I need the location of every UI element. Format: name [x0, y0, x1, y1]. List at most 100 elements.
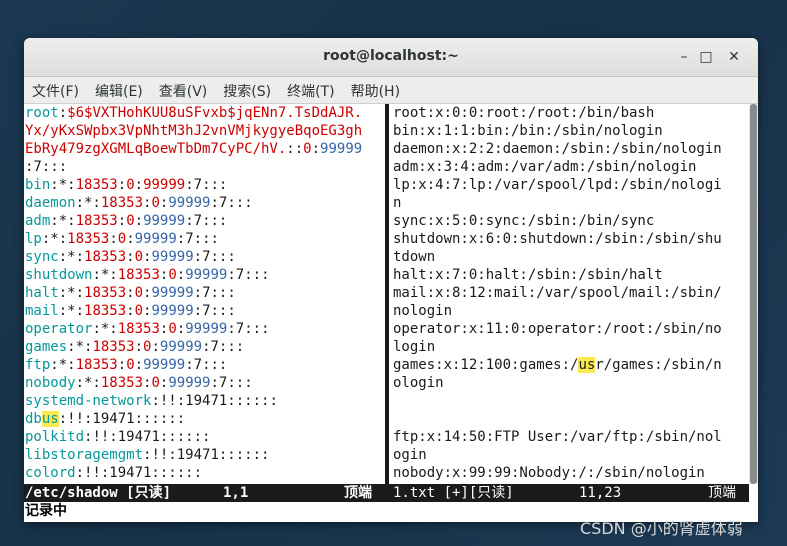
- text-segment: :7:::: [193, 285, 236, 301]
- text-segment: 0: [168, 267, 177, 283]
- text-segment: 99999: [151, 303, 194, 319]
- text-line: games:*:18353:0:99999:7:::: [25, 338, 384, 356]
- text-segment: 99999: [185, 321, 228, 337]
- text-segment: daemon: [25, 195, 76, 211]
- text-segment: ftp: [25, 357, 51, 373]
- text-line: lp:x:4:7:lp:/var/spool/lpd:/sbin/nologi: [393, 176, 745, 194]
- minimize-button[interactable]: –: [674, 47, 694, 67]
- menu-edit[interactable]: 编辑(E): [87, 77, 151, 101]
- text-segment: halt:x:7:0:halt:/sbin:/sbin/halt: [393, 267, 663, 283]
- text-segment: :*:: [75, 195, 101, 211]
- text-segment: 99999: [168, 375, 211, 391]
- text-line: ftp:x:14:50:FTP User:/var/ftp:/sbin/nol: [393, 428, 745, 446]
- text-segment: :*:: [67, 339, 93, 355]
- text-segment: bin: [25, 177, 51, 193]
- text-segment: adm: [25, 213, 51, 229]
- text-segment: :: [117, 357, 127, 373]
- text-segment: :*:: [92, 267, 118, 283]
- text-line: operator:x:11:0:operator:/root:/sbin/no: [393, 320, 745, 338]
- text-line: ftp:*:18353:0:99999:7:::: [25, 356, 384, 374]
- text-line: adm:x:3:4:adm:/var/adm:/sbin/nologin: [393, 158, 745, 176]
- text-line: nobody:*:18353:0:99999:7:::: [25, 374, 384, 392]
- menu-search[interactable]: 搜索(S): [215, 77, 279, 101]
- menu-view[interactable]: 查看(V): [151, 77, 216, 101]
- text-line: adm:*:18353:0:99999:7:::: [25, 212, 384, 230]
- text-segment: login: [393, 339, 436, 355]
- text-segment: 18353: [100, 195, 144, 211]
- text-segment: :: [126, 249, 135, 265]
- text-segment: :*:: [75, 375, 101, 391]
- text-segment: :*:: [50, 357, 76, 373]
- text-line: lp:*:18353:0:99999:7:::: [25, 230, 384, 248]
- vertical-split-divider: [385, 104, 389, 484]
- text-segment: lp: [25, 231, 42, 247]
- text-segment: operator: [25, 321, 93, 337]
- text-segment: 18353: [92, 339, 135, 355]
- text-segment: 18353: [100, 375, 144, 391]
- text-segment: games:x:12:100:games:/: [393, 357, 579, 373]
- status-right-file: 1.txt [+][只读]: [393, 485, 514, 501]
- text-line: polkitd:!!:19471::::::: [25, 428, 384, 446]
- text-segment: :*:: [58, 249, 85, 265]
- menu-terminal[interactable]: 终端(T): [279, 77, 342, 101]
- text-segment: :: [109, 231, 118, 247]
- text-segment: :7:::: [210, 195, 253, 211]
- text-segment: 0: [134, 303, 144, 319]
- text-segment: colord: [25, 465, 76, 481]
- vim-pane-shadow[interactable]: root:$6$VXTHohKUU8uSFvxb$jqENn7.TsDdAJR.…: [25, 104, 384, 482]
- text-segment: :7:::: [176, 231, 219, 247]
- status-left-position: 1,1: [223, 485, 249, 501]
- text-line: ologin: [393, 374, 745, 392]
- text-line: nologin: [393, 302, 745, 320]
- text-segment: :!!:19471::::::: [143, 447, 270, 463]
- close-button[interactable]: ✕: [724, 47, 744, 67]
- window-title: root@localhost:~: [323, 48, 459, 64]
- text-line: bin:*:18353:0:99999:7:::: [25, 176, 384, 194]
- text-segment: n: [393, 195, 402, 211]
- text-segment: nologin: [393, 303, 453, 319]
- text-segment: us: [41, 411, 59, 427]
- scrollbar-thumb[interactable]: [750, 104, 757, 484]
- text-line: n: [393, 194, 745, 212]
- text-segment: 99999: [168, 195, 211, 211]
- text-line: libstoragemgmt:!!:19471::::::: [25, 446, 384, 464]
- text-segment: :: [126, 303, 135, 319]
- text-segment: :: [311, 141, 321, 157]
- text-segment: :: [134, 213, 144, 229]
- terminal-area[interactable]: root:$6$VXTHohKUU8uSFvxb$jqENn7.TsDdAJR.…: [24, 104, 758, 522]
- text-segment: 18353: [117, 267, 160, 283]
- text-segment: 18353: [84, 285, 127, 301]
- menu-help[interactable]: 帮助(H): [343, 77, 408, 101]
- text-segment: 18353: [84, 303, 127, 319]
- text-line: halt:*:18353:0:99999:7:::: [25, 284, 384, 302]
- text-segment: :: [126, 285, 135, 301]
- text-segment: shutdown: [25, 267, 93, 283]
- status-right-position: 11,23: [579, 485, 622, 501]
- maximize-button[interactable]: □: [696, 47, 716, 67]
- text-segment: ologin: [393, 375, 444, 391]
- vim-pane-txt[interactable]: root:x:0:0:root:/root:/bin/bash bin:x:1:1…: [393, 104, 745, 482]
- menu-file[interactable]: 文件(F): [24, 77, 87, 101]
- text-line: mail:x:8:12:mail:/var/spool/mail:/sbin/: [393, 284, 745, 302]
- title-bar[interactable]: root@localhost:~ – □ ✕: [24, 38, 758, 77]
- text-segment: daemon:x:2:2:daemon:/sbin:/sbin/nologin: [393, 141, 722, 157]
- text-segment: 99999: [143, 177, 186, 193]
- text-segment: 0: [168, 321, 177, 337]
- text-segment: 0: [117, 231, 127, 247]
- text-segment: :*:: [58, 303, 85, 319]
- menu-bar: 文件(F) 编辑(E) 查看(V) 搜索(S) 终端(T) 帮助(H): [24, 77, 758, 104]
- text-segment: :7:::: [185, 213, 228, 229]
- text-segment: 99999: [143, 357, 186, 373]
- text-segment: Yx/yKxSWpbx3VpNhtM3hJ2vnVMjkygyeBqoEG3gh: [25, 123, 363, 139]
- text-line: bin:x:1:1:bin:/bin:/sbin/nologin: [393, 122, 745, 140]
- text-segment: libstoragemgmt: [25, 447, 144, 463]
- text-segment: :7:::: [193, 249, 236, 265]
- text-segment: 99999: [185, 267, 228, 283]
- text-segment: shutdown:x:6:0:shutdown:/sbin:/sbin/shu: [393, 231, 722, 247]
- text-line: :7:::: [25, 158, 384, 176]
- text-segment: 99999: [151, 249, 194, 265]
- text-segment: :*:: [50, 213, 76, 229]
- text-segment: games: [25, 339, 68, 355]
- text-segment: 18353: [75, 177, 118, 193]
- text-segment: mail: [25, 303, 59, 319]
